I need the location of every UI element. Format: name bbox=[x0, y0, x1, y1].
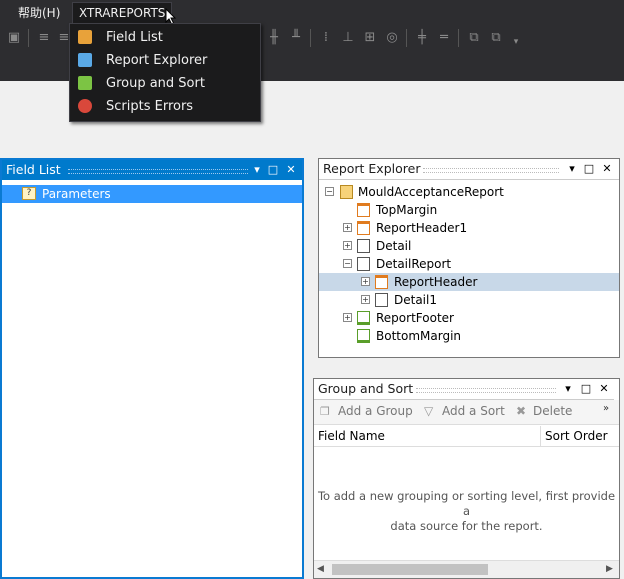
expand-icon[interactable]: + bbox=[343, 313, 352, 322]
xtrareports-dropdown-menu: Field List Report Explorer Group and Sor… bbox=[69, 23, 261, 122]
parameters-icon: ? bbox=[22, 187, 36, 200]
dropdown-arrow-icon[interactable]: ▾ bbox=[561, 381, 575, 397]
report-explorer-icon bbox=[78, 53, 92, 67]
same-width-icon[interactable]: ⁞ bbox=[318, 30, 334, 46]
maximize-icon[interactable]: □ bbox=[582, 161, 596, 177]
panel-title: Group and Sort bbox=[318, 381, 414, 396]
band-icon bbox=[357, 257, 370, 271]
scroll-right-icon[interactable]: ▶ bbox=[606, 564, 613, 574]
maximize-icon[interactable]: □ bbox=[579, 381, 593, 397]
toolbar-overflow-icon[interactable]: ▾ bbox=[508, 34, 524, 50]
group-and-sort-panel: Group and Sort ▾ □ ✕ ❐ Add a Group ▽ Add… bbox=[313, 378, 620, 579]
tree-node-report-header1[interactable]: + ReportHeader1 bbox=[319, 219, 619, 237]
menu-item-field-list[interactable]: Field List bbox=[70, 26, 260, 49]
align-grid-icon[interactable]: ▣ bbox=[6, 30, 22, 46]
panel-title: Report Explorer bbox=[323, 161, 421, 176]
same-height-icon[interactable]: ⊥ bbox=[340, 30, 356, 46]
toolbar-separator bbox=[28, 29, 29, 47]
close-icon[interactable]: ✕ bbox=[597, 381, 611, 397]
menu-item-group-and-sort[interactable]: Group and Sort bbox=[70, 72, 260, 95]
vertical-spacing-icon[interactable]: ═ bbox=[436, 30, 452, 46]
menu-xtrareports[interactable]: XTRAREPORTS bbox=[72, 2, 173, 23]
add-group-button[interactable]: Add a Group bbox=[338, 404, 413, 418]
empty-message: To add a new grouping or sorting level, … bbox=[317, 489, 616, 533]
close-icon[interactable]: ✕ bbox=[284, 162, 298, 178]
tree-node-report-footer[interactable]: + ReportFooter bbox=[319, 309, 619, 327]
field-list-panel: Field List ▾ □ ✕ ? Parameters bbox=[0, 158, 304, 579]
scroll-left-icon[interactable]: ◀ bbox=[317, 564, 324, 574]
band-icon bbox=[357, 311, 370, 325]
tree-node-detail-report[interactable]: − DetailReport bbox=[319, 255, 619, 273]
tree-node-detail[interactable]: + Detail bbox=[319, 237, 619, 255]
close-icon[interactable]: ✕ bbox=[600, 161, 614, 177]
expand-icon[interactable]: + bbox=[361, 295, 370, 304]
bring-to-front-icon[interactable]: ⧉ bbox=[466, 30, 482, 46]
add-group-icon: ❐ bbox=[320, 405, 330, 418]
report-explorer-panel: Report Explorer ▾ □ ✕ − MouldAcceptanceR… bbox=[318, 158, 620, 358]
scrollbar-thumb[interactable] bbox=[332, 564, 488, 575]
band-icon bbox=[357, 239, 370, 253]
title-grip bbox=[423, 168, 559, 173]
toolbar-overflow-icon[interactable]: » bbox=[603, 403, 609, 414]
tree-node-detail1[interactable]: + Detail1 bbox=[319, 291, 619, 309]
toolbar-separator bbox=[458, 29, 459, 47]
collapse-icon[interactable]: − bbox=[325, 187, 334, 196]
menu-help[interactable]: 帮助(H) bbox=[12, 3, 66, 23]
add-sort-icon: ▽ bbox=[424, 404, 434, 418]
panel-title: Field List bbox=[6, 162, 61, 177]
band-icon bbox=[357, 329, 370, 343]
send-to-back-icon[interactable]: ⧉ bbox=[488, 30, 504, 46]
expand-icon[interactable]: + bbox=[343, 241, 352, 250]
align-bottoms-icon[interactable]: ╨ bbox=[288, 30, 304, 46]
tree-node-bottom-margin[interactable]: BottomMargin bbox=[319, 327, 619, 345]
delete-icon: ✖ bbox=[516, 404, 527, 418]
add-sort-button[interactable]: Add a Sort bbox=[442, 404, 505, 418]
group-sort-icon bbox=[78, 76, 92, 90]
dropdown-arrow-icon[interactable]: ▾ bbox=[565, 161, 579, 177]
report-icon bbox=[340, 185, 353, 199]
group-sort-column-header: Field Name Sort Order bbox=[314, 426, 619, 447]
band-icon bbox=[375, 275, 388, 289]
align-middles-icon[interactable]: ╫ bbox=[266, 30, 282, 46]
delete-button[interactable]: Delete bbox=[533, 404, 572, 418]
expand-icon[interactable]: + bbox=[343, 223, 352, 232]
menu-item-report-explorer[interactable]: Report Explorer bbox=[70, 49, 260, 72]
horizontal-spacing-icon[interactable]: ╪ bbox=[414, 30, 430, 46]
same-size-icon[interactable]: ⊞ bbox=[362, 30, 378, 46]
scripts-errors-icon bbox=[78, 99, 92, 113]
field-list-item-parameters[interactable]: ? Parameters bbox=[2, 185, 302, 203]
band-icon bbox=[375, 293, 388, 307]
tree-node-top-margin[interactable]: TopMargin bbox=[319, 201, 619, 219]
expand-icon[interactable]: + bbox=[361, 277, 370, 286]
column-field-name[interactable]: Field Name bbox=[318, 429, 385, 443]
band-icon bbox=[357, 203, 370, 217]
toolbar-separator bbox=[310, 29, 311, 47]
field-list-icon bbox=[78, 30, 92, 44]
maximize-icon[interactable]: □ bbox=[266, 162, 280, 178]
group-sort-toolbar: ❐ Add a Group ▽ Add a Sort ✖ Delete » bbox=[314, 400, 619, 425]
title-grip bbox=[416, 388, 556, 393]
menu-item-scripts-errors[interactable]: Scripts Errors bbox=[70, 95, 260, 118]
title-grip bbox=[68, 169, 248, 174]
horizontal-scrollbar[interactable]: ◀ ▶ bbox=[314, 560, 619, 578]
list-item-label: Parameters bbox=[42, 187, 111, 201]
dropdown-arrow-icon[interactable]: ▾ bbox=[250, 162, 264, 178]
collapse-icon[interactable]: − bbox=[343, 259, 352, 268]
tree-node-report-header[interactable]: + ReportHeader bbox=[319, 273, 619, 291]
tree-node-root[interactable]: − MouldAcceptanceReport bbox=[319, 183, 619, 201]
toolbar-separator bbox=[406, 29, 407, 47]
align-left-icon[interactable]: ≡ bbox=[36, 30, 52, 46]
column-divider bbox=[540, 426, 541, 446]
column-sort-order[interactable]: Sort Order bbox=[545, 429, 608, 443]
size-to-grid-icon[interactable]: ◎ bbox=[384, 30, 400, 46]
band-icon bbox=[357, 221, 370, 235]
